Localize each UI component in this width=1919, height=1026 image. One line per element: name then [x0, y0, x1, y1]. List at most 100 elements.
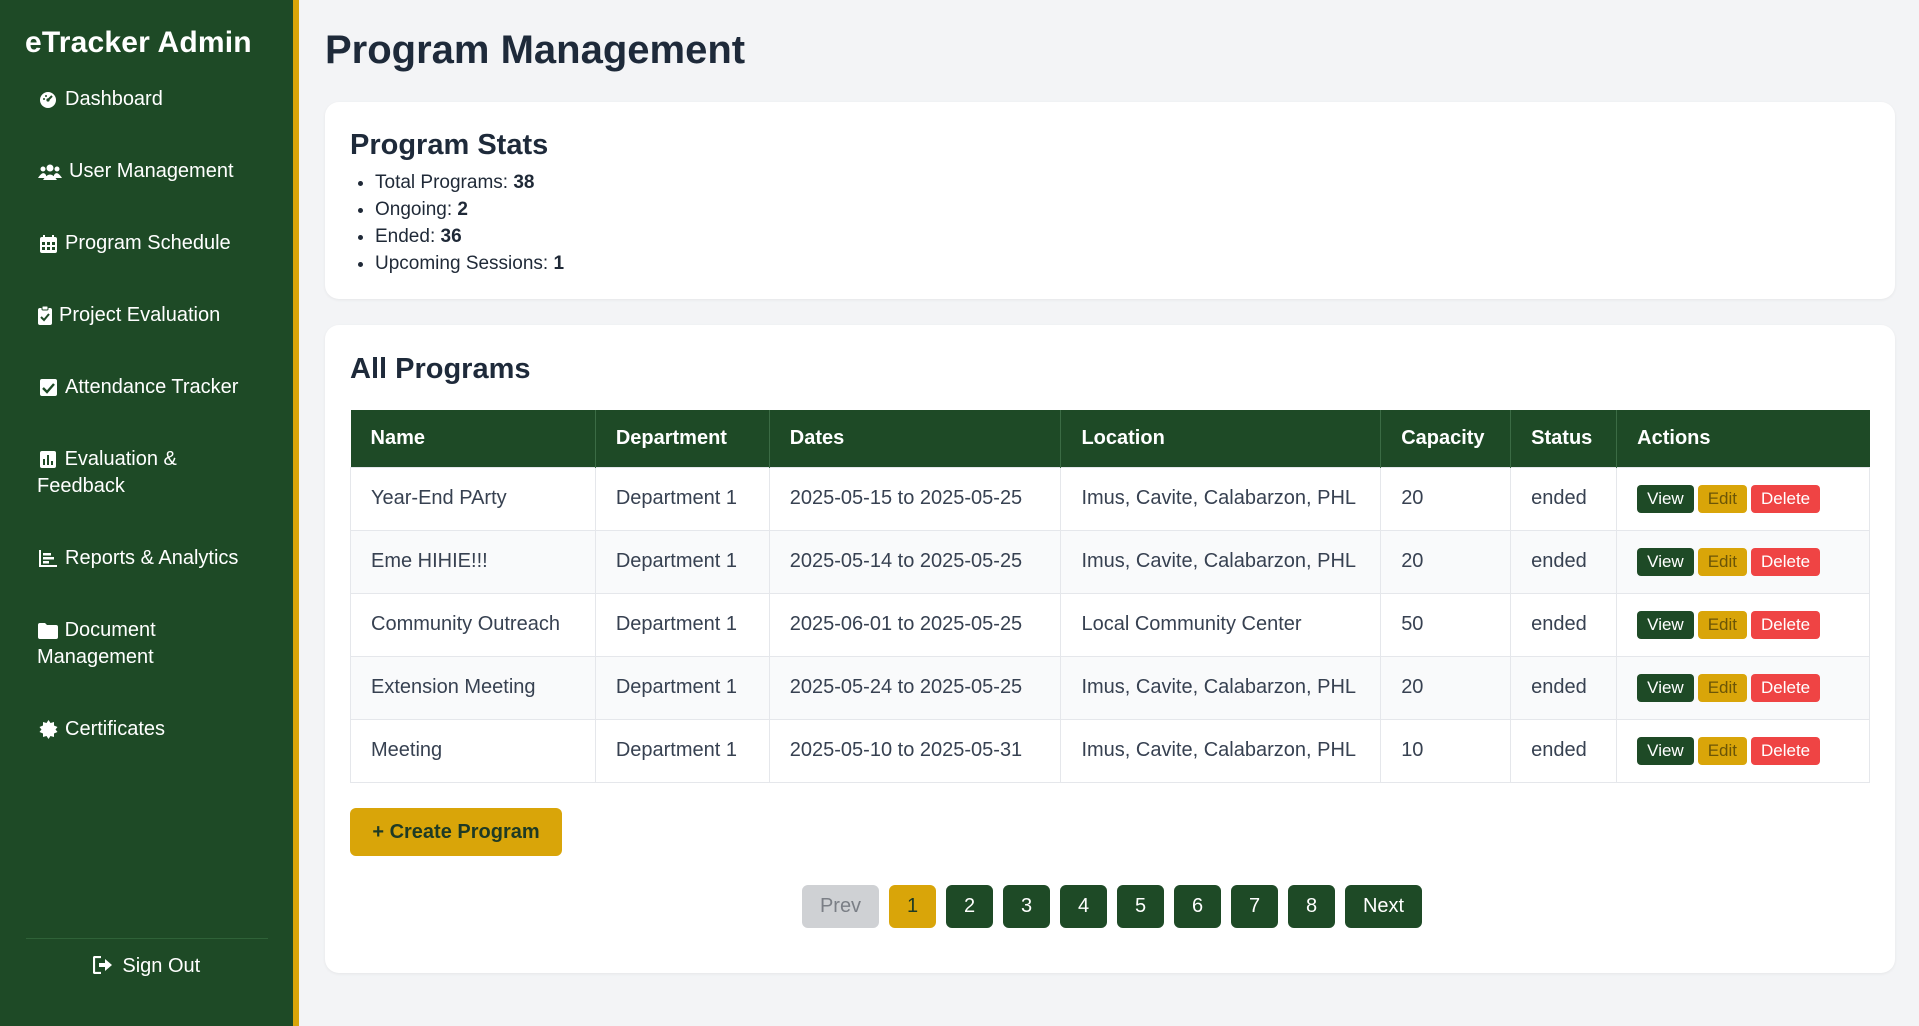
stats-title: Program Stats: [350, 129, 549, 161]
cell-capacity: 20: [1380, 655, 1512, 720]
sidebar: eTracker Admin Dashboard User Management…: [0, 0, 299, 1026]
edit-button[interactable]: Edit: [1697, 610, 1747, 639]
delete-button[interactable]: Delete: [1751, 610, 1821, 639]
sidebar-item-project-evaluation[interactable]: Project Evaluation: [37, 302, 220, 329]
stats-card: Program Stats Total Programs: 38 Ongoing…: [325, 102, 1895, 299]
page-title: Program Management: [325, 28, 746, 72]
stats-list: Total Programs: 38 Ongoing: 2 Ended: 36 …: [375, 169, 564, 277]
sidebar-item-reports-analytics[interactable]: Reports & Analytics: [37, 545, 238, 572]
page-button-4[interactable]: 4: [1060, 885, 1107, 928]
cell-location: Imus, Cavite, Calabarzon, PHL: [1060, 718, 1382, 783]
page-button-8[interactable]: 8: [1288, 885, 1335, 928]
delete-button[interactable]: Delete: [1751, 736, 1821, 765]
column-header-capacity[interactable]: Capacity: [1380, 410, 1512, 467]
edit-button[interactable]: Edit: [1697, 736, 1747, 765]
page-numbers: 12345678: [889, 885, 1335, 928]
edit-button[interactable]: Edit: [1697, 673, 1747, 702]
cell-department: Department 1: [594, 592, 770, 657]
view-button[interactable]: View: [1637, 736, 1694, 765]
cell-name: Extension Meeting: [350, 655, 596, 720]
view-button[interactable]: View: [1637, 673, 1694, 702]
page-button-6[interactable]: 6: [1174, 885, 1221, 928]
cell-location: Imus, Cavite, Calabarzon, PHL: [1060, 529, 1382, 594]
stat-upcoming-sessions: Upcoming Sessions: 1: [375, 250, 564, 277]
sidebar-item-document-management[interactable]: Document Management: [37, 617, 197, 671]
column-header-actions: Actions: [1616, 410, 1870, 467]
view-button[interactable]: View: [1637, 547, 1694, 576]
cell-capacity: 50: [1380, 592, 1512, 657]
delete-button[interactable]: Delete: [1751, 484, 1821, 513]
cell-status: ended: [1510, 655, 1618, 720]
cell-status: ended: [1510, 466, 1618, 531]
pagination: Prev 12345678 Next: [802, 885, 1422, 928]
sidebar-item-label: Dashboard: [65, 88, 163, 110]
cell-dates: 2025-05-15 to 2025-05-25: [768, 466, 1062, 531]
users-icon: [37, 158, 63, 185]
table-row: Eme HIHIE!!! Department 1 2025-05-14 to 20…: [350, 529, 1870, 594]
delete-button[interactable]: Delete: [1751, 547, 1821, 576]
checkbox-icon: [37, 374, 59, 401]
cell-department: Department 1: [594, 718, 770, 783]
table-header-row: Name Department Dates Location Capacity …: [350, 410, 1870, 467]
cell-capacity: 20: [1380, 466, 1512, 531]
sidebar-item-dashboard[interactable]: Dashboard: [37, 86, 163, 113]
sign-out-button[interactable]: Sign Out: [0, 955, 293, 980]
table-row: Meeting Department 1 2025-05-10 to 2025-05…: [350, 718, 1870, 783]
stat-total-programs: Total Programs: 38: [375, 169, 564, 196]
programs-table: Name Department Dates Location Capacity …: [350, 410, 1870, 783]
edit-button[interactable]: Edit: [1697, 547, 1747, 576]
delete-button[interactable]: Delete: [1751, 673, 1821, 702]
sign-out-label: Sign Out: [122, 955, 201, 977]
cell-dates: 2025-06-01 to 2025-05-25: [768, 592, 1062, 657]
column-header-status[interactable]: Status: [1510, 410, 1618, 467]
cell-location: Imus, Cavite, Calabarzon, PHL: [1060, 655, 1382, 720]
cell-location: Imus, Cavite, Calabarzon, PHL: [1060, 466, 1382, 531]
page-button-5[interactable]: 5: [1117, 885, 1164, 928]
sidebar-item-program-schedule[interactable]: Program Schedule: [37, 230, 231, 257]
cell-actions: View Edit Delete: [1616, 592, 1870, 657]
table-row: Extension Meeting Department 1 2025-05-24 …: [350, 655, 1870, 720]
chart-icon: [37, 446, 59, 473]
page-button-1[interactable]: 1: [889, 885, 936, 928]
programs-card: All Programs Name Department Dates Locat…: [325, 325, 1895, 973]
cell-capacity: 20: [1380, 529, 1512, 594]
column-header-name[interactable]: Name: [350, 410, 596, 467]
prev-page-button[interactable]: Prev: [802, 885, 879, 928]
table-row: Community Outreach Department 1 2025-06-01…: [350, 592, 1870, 657]
stat-ended: Ended: 36: [375, 223, 564, 250]
cell-dates: 2025-05-10 to 2025-05-31: [768, 718, 1062, 783]
view-button[interactable]: View: [1637, 484, 1694, 513]
column-header-department[interactable]: Department: [595, 410, 770, 467]
sidebar-item-evaluation-feedback[interactable]: Evaluation & Feedback: [37, 446, 197, 500]
next-page-button[interactable]: Next: [1345, 885, 1422, 928]
cell-actions: View Edit Delete: [1616, 529, 1870, 594]
sidebar-item-attendance-tracker[interactable]: Attendance Tracker: [37, 374, 238, 401]
brand-title: eTracker Admin: [25, 26, 252, 59]
certificate-icon: [37, 716, 59, 743]
cell-name: Community Outreach: [350, 592, 596, 657]
sidebar-item-label: Certificates: [65, 718, 166, 740]
dashboard-icon: [37, 86, 59, 113]
page-button-3[interactable]: 3: [1003, 885, 1050, 928]
cell-capacity: 10: [1380, 718, 1512, 783]
table-row: Year-End PArty Department 1 2025-05-15 to …: [350, 466, 1870, 531]
column-header-dates[interactable]: Dates: [769, 410, 1062, 467]
clipboard-icon: [37, 302, 53, 329]
programs-title: All Programs: [350, 353, 531, 385]
cell-name: Eme HIHIE!!!: [350, 529, 596, 594]
edit-button[interactable]: Edit: [1697, 484, 1747, 513]
create-program-button[interactable]: + Create Program: [350, 808, 562, 856]
cell-department: Department 1: [594, 529, 770, 594]
page-button-7[interactable]: 7: [1231, 885, 1278, 928]
sidebar-item-label: Project Evaluation: [59, 304, 221, 326]
page-button-2[interactable]: 2: [946, 885, 993, 928]
sidebar-item-label: Program Schedule: [65, 232, 231, 254]
sidebar-item-label: Attendance Tracker: [65, 376, 239, 398]
sidebar-item-label: User Management: [69, 160, 234, 182]
column-header-location[interactable]: Location: [1060, 410, 1382, 467]
sidebar-item-user-management[interactable]: User Management: [37, 158, 234, 185]
folder-icon: [37, 617, 59, 644]
cell-actions: View Edit Delete: [1616, 466, 1870, 531]
sidebar-item-certificates[interactable]: Certificates: [37, 716, 165, 743]
view-button[interactable]: View: [1637, 610, 1694, 639]
